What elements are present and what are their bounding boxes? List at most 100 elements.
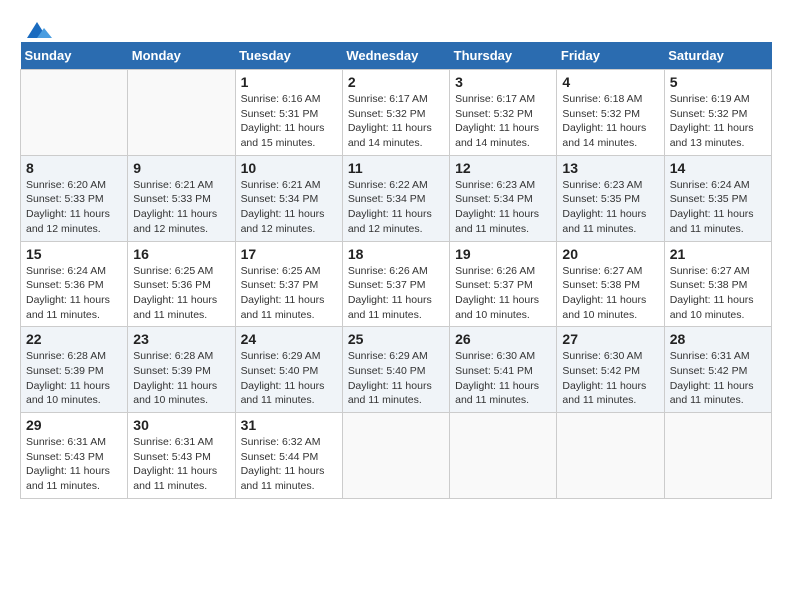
day-cell-1: 1 Sunrise: 6:16 AM Sunset: 5:31 PM Daylig… bbox=[235, 70, 342, 156]
day-cell-2: 2Sunrise: 6:17 AM Sunset: 5:32 PM Daylig… bbox=[342, 70, 449, 156]
day-cell-8: 8 Sunrise: 6:20 AM Sunset: 5:33 PM Daylig… bbox=[21, 155, 128, 241]
col-header-friday: Friday bbox=[557, 42, 664, 70]
empty-cell bbox=[557, 413, 664, 499]
col-header-thursday: Thursday bbox=[450, 42, 557, 70]
day-number: 25 bbox=[348, 331, 444, 347]
day-info: Sunrise: 6:19 AM Sunset: 5:32 PM Dayligh… bbox=[670, 92, 766, 151]
day-info: Sunrise: 6:31 AM Sunset: 5:43 PM Dayligh… bbox=[133, 435, 229, 494]
day-number: 24 bbox=[241, 331, 337, 347]
day-number: 11 bbox=[348, 160, 444, 176]
day-cell-9: 9 Sunrise: 6:21 AM Sunset: 5:33 PM Daylig… bbox=[128, 155, 235, 241]
day-number: 14 bbox=[670, 160, 766, 176]
day-number: 30 bbox=[133, 417, 229, 433]
logo-icon bbox=[22, 20, 52, 40]
day-cell-15: 15 Sunrise: 6:24 AM Sunset: 5:36 PM Dayli… bbox=[21, 241, 128, 327]
day-info: Sunrise: 6:21 AM Sunset: 5:34 PM Dayligh… bbox=[241, 178, 337, 237]
day-cell-11: 11 Sunrise: 6:22 AM Sunset: 5:34 PM Dayli… bbox=[342, 155, 449, 241]
day-info: Sunrise: 6:30 AM Sunset: 5:41 PM Dayligh… bbox=[455, 349, 551, 408]
empty-cell bbox=[450, 413, 557, 499]
day-cell-4: 4 Sunrise: 6:18 AM Sunset: 5:32 PM Daylig… bbox=[557, 70, 664, 156]
day-number: 9 bbox=[133, 160, 229, 176]
day-info: Sunrise: 6:20 AM Sunset: 5:33 PM Dayligh… bbox=[26, 178, 122, 237]
day-cell-5: 5 Sunrise: 6:19 AM Sunset: 5:32 PM Daylig… bbox=[664, 70, 771, 156]
calendar-table: SundayMondayTuesdayWednesdayThursdayFrid… bbox=[20, 42, 772, 499]
day-cell-27: 27 Sunrise: 6:30 AM Sunset: 5:42 PM Dayli… bbox=[557, 327, 664, 413]
day-info: Sunrise: 6:32 AM Sunset: 5:44 PM Dayligh… bbox=[241, 435, 337, 494]
day-info: Sunrise: 6:17 AM Sunset: 5:32 PM Dayligh… bbox=[455, 92, 551, 151]
day-cell-26: 26 Sunrise: 6:30 AM Sunset: 5:41 PM Dayli… bbox=[450, 327, 557, 413]
day-cell-20: 20Sunrise: 6:27 AM Sunset: 5:38 PM Dayli… bbox=[557, 241, 664, 327]
day-cell-24: 24 Sunrise: 6:29 AM Sunset: 5:40 PM Dayli… bbox=[235, 327, 342, 413]
day-number: 23 bbox=[133, 331, 229, 347]
day-number: 29 bbox=[26, 417, 122, 433]
day-info: Sunrise: 6:27 AM Sunset: 5:38 PM Dayligh… bbox=[562, 264, 658, 323]
day-info: Sunrise: 6:28 AM Sunset: 5:39 PM Dayligh… bbox=[26, 349, 122, 408]
day-number: 12 bbox=[455, 160, 551, 176]
day-cell-29: 29 Sunrise: 6:31 AM Sunset: 5:43 PM Dayli… bbox=[21, 413, 128, 499]
day-info: Sunrise: 6:22 AM Sunset: 5:34 PM Dayligh… bbox=[348, 178, 444, 237]
day-info: Sunrise: 6:25 AM Sunset: 5:36 PM Dayligh… bbox=[133, 264, 229, 323]
day-cell-17: 17Sunrise: 6:25 AM Sunset: 5:37 PM Dayli… bbox=[235, 241, 342, 327]
empty-cell bbox=[21, 70, 128, 156]
day-number: 10 bbox=[241, 160, 337, 176]
day-info: Sunrise: 6:21 AM Sunset: 5:33 PM Dayligh… bbox=[133, 178, 229, 237]
week-row-1: 1 Sunrise: 6:16 AM Sunset: 5:31 PM Daylig… bbox=[21, 70, 772, 156]
day-cell-3: 3 Sunrise: 6:17 AM Sunset: 5:32 PM Daylig… bbox=[450, 70, 557, 156]
day-info: Sunrise: 6:30 AM Sunset: 5:42 PM Dayligh… bbox=[562, 349, 658, 408]
week-row-2: 8 Sunrise: 6:20 AM Sunset: 5:33 PM Daylig… bbox=[21, 155, 772, 241]
day-number: 4 bbox=[562, 74, 658, 90]
empty-cell bbox=[342, 413, 449, 499]
day-number: 31 bbox=[241, 417, 337, 433]
empty-cell bbox=[128, 70, 235, 156]
day-cell-19: 19 Sunrise: 6:26 AM Sunset: 5:37 PM Dayli… bbox=[450, 241, 557, 327]
day-info: Sunrise: 6:24 AM Sunset: 5:36 PM Dayligh… bbox=[26, 264, 122, 323]
day-cell-10: 10 Sunrise: 6:21 AM Sunset: 5:34 PM Dayli… bbox=[235, 155, 342, 241]
day-info: Sunrise: 6:23 AM Sunset: 5:35 PM Dayligh… bbox=[562, 178, 658, 237]
day-cell-12: 12Sunrise: 6:23 AM Sunset: 5:34 PM Dayli… bbox=[450, 155, 557, 241]
week-row-3: 15 Sunrise: 6:24 AM Sunset: 5:36 PM Dayli… bbox=[21, 241, 772, 327]
logo bbox=[20, 20, 52, 32]
day-info: Sunrise: 6:24 AM Sunset: 5:35 PM Dayligh… bbox=[670, 178, 766, 237]
day-cell-25: 25 Sunrise: 6:29 AM Sunset: 5:40 PM Dayli… bbox=[342, 327, 449, 413]
day-info: Sunrise: 6:29 AM Sunset: 5:40 PM Dayligh… bbox=[348, 349, 444, 408]
day-number: 28 bbox=[670, 331, 766, 347]
week-row-5: 29 Sunrise: 6:31 AM Sunset: 5:43 PM Dayli… bbox=[21, 413, 772, 499]
day-info: Sunrise: 6:26 AM Sunset: 5:37 PM Dayligh… bbox=[348, 264, 444, 323]
day-number: 17 bbox=[241, 246, 337, 262]
day-number: 16 bbox=[133, 246, 229, 262]
day-number: 2 bbox=[348, 74, 444, 90]
day-number: 26 bbox=[455, 331, 551, 347]
col-header-monday: Monday bbox=[128, 42, 235, 70]
day-number: 18 bbox=[348, 246, 444, 262]
day-info: Sunrise: 6:26 AM Sunset: 5:37 PM Dayligh… bbox=[455, 264, 551, 323]
day-number: 15 bbox=[26, 246, 122, 262]
day-cell-18: 18 Sunrise: 6:26 AM Sunset: 5:37 PM Dayli… bbox=[342, 241, 449, 327]
day-cell-13: 13Sunrise: 6:23 AM Sunset: 5:35 PM Dayli… bbox=[557, 155, 664, 241]
week-row-4: 22 Sunrise: 6:28 AM Sunset: 5:39 PM Dayli… bbox=[21, 327, 772, 413]
header-row: SundayMondayTuesdayWednesdayThursdayFrid… bbox=[21, 42, 772, 70]
day-info: Sunrise: 6:31 AM Sunset: 5:43 PM Dayligh… bbox=[26, 435, 122, 494]
day-cell-30: 30 Sunrise: 6:31 AM Sunset: 5:43 PM Dayli… bbox=[128, 413, 235, 499]
day-cell-21: 21Sunrise: 6:27 AM Sunset: 5:38 PM Dayli… bbox=[664, 241, 771, 327]
col-header-tuesday: Tuesday bbox=[235, 42, 342, 70]
day-cell-31: 31 Sunrise: 6:32 AM Sunset: 5:44 PM Dayli… bbox=[235, 413, 342, 499]
day-cell-23: 23 Sunrise: 6:28 AM Sunset: 5:39 PM Dayli… bbox=[128, 327, 235, 413]
day-info: Sunrise: 6:18 AM Sunset: 5:32 PM Dayligh… bbox=[562, 92, 658, 151]
col-header-saturday: Saturday bbox=[664, 42, 771, 70]
day-number: 21 bbox=[670, 246, 766, 262]
day-cell-22: 22 Sunrise: 6:28 AM Sunset: 5:39 PM Dayli… bbox=[21, 327, 128, 413]
day-number: 19 bbox=[455, 246, 551, 262]
day-info: Sunrise: 6:31 AM Sunset: 5:42 PM Dayligh… bbox=[670, 349, 766, 408]
day-cell-14: 14 Sunrise: 6:24 AM Sunset: 5:35 PM Dayli… bbox=[664, 155, 771, 241]
day-number: 27 bbox=[562, 331, 658, 347]
day-number: 5 bbox=[670, 74, 766, 90]
day-info: Sunrise: 6:28 AM Sunset: 5:39 PM Dayligh… bbox=[133, 349, 229, 408]
day-cell-16: 16 Sunrise: 6:25 AM Sunset: 5:36 PM Dayli… bbox=[128, 241, 235, 327]
col-header-sunday: Sunday bbox=[21, 42, 128, 70]
day-number: 8 bbox=[26, 160, 122, 176]
day-number: 22 bbox=[26, 331, 122, 347]
day-number: 1 bbox=[241, 74, 337, 90]
day-info: Sunrise: 6:29 AM Sunset: 5:40 PM Dayligh… bbox=[241, 349, 337, 408]
day-info: Sunrise: 6:16 AM Sunset: 5:31 PM Dayligh… bbox=[241, 92, 337, 151]
day-number: 3 bbox=[455, 74, 551, 90]
